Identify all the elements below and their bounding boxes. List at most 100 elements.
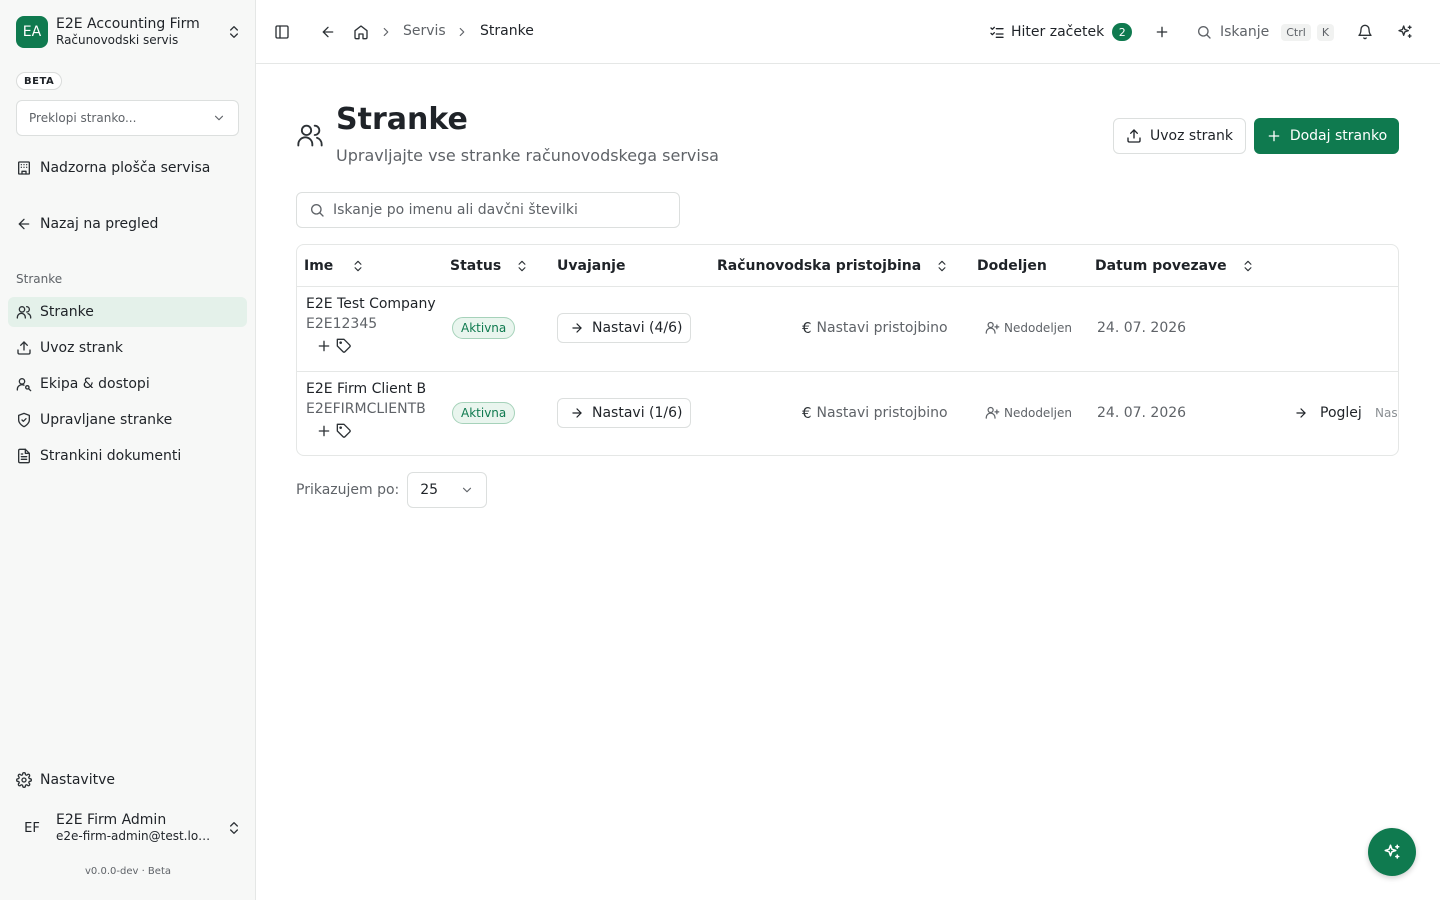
building-icon: [16, 160, 32, 176]
view-client-button[interactable]: Poglej: [1294, 405, 1362, 421]
sidebar-item-stranke[interactable]: Stranke: [8, 297, 247, 327]
sort-icon: [351, 259, 365, 273]
column-header-pristojbina[interactable]: Računovodska pristojbina: [717, 245, 949, 286]
page-size-label: Prikazujem po:: [296, 482, 400, 498]
assistant-fab-button[interactable]: [1368, 828, 1416, 876]
user-menu[interactable]: EF E2E Firm Admin e2e-firm-admin@test.lo…: [16, 808, 242, 848]
firm-avatar: EA: [16, 16, 48, 48]
import-clients-button[interactable]: Uvoz strank: [1113, 118, 1246, 154]
sidebar-item-label: Strankini dokumenti: [40, 448, 182, 464]
column-header-ime[interactable]: Ime: [304, 245, 365, 286]
nav-dashboard-label: Nadzorna plošča servisa: [40, 160, 211, 176]
client-switcher-placeholder: Preklopi stranko...: [29, 111, 137, 125]
onboarding-setup-button[interactable]: Nastavi (1/6): [557, 398, 691, 428]
sidebar-item-uvoz-strank[interactable]: Uvoz strank: [8, 333, 247, 363]
chevron-down-icon: [212, 111, 226, 125]
divider: [297, 286, 1398, 287]
euro-icon: €: [802, 404, 812, 422]
document-icon: [16, 448, 32, 464]
chevrons-up-down-icon: [226, 820, 242, 836]
set-fee-button[interactable]: € Nastavi pristojbino: [802, 404, 948, 422]
view-client-label: Poglej: [1320, 405, 1362, 421]
sort-icon: [515, 259, 529, 273]
sidebar-toggle-icon[interactable]: [274, 24, 290, 40]
users-icon: [296, 121, 324, 149]
client-switcher-select[interactable]: Preklopi stranko...: [16, 100, 239, 136]
client-tax-number: E2EFIRMCLIENTB: [306, 401, 426, 417]
chevron-right-icon: [455, 25, 469, 39]
column-header-label: Status: [450, 257, 502, 274]
app-version: v0.0.0-dev · Beta: [85, 866, 171, 877]
arrow-left-icon: [16, 216, 32, 232]
arrow-right-icon: [570, 406, 584, 420]
client-name[interactable]: E2E Firm Client B: [306, 381, 426, 397]
nav-settings-label: Nastavitve: [40, 772, 115, 788]
nav-back-label: Nazaj na pregled: [40, 216, 159, 232]
top-bar: Servis Stranke Hiter začetek 2 Iskanje C…: [256, 0, 1440, 64]
shield-check-icon: [16, 412, 32, 428]
sidebar: EA E2E Accounting Firm Računovodski serv…: [0, 0, 256, 900]
sort-icon: [1241, 259, 1255, 273]
plus-icon[interactable]: [316, 338, 332, 354]
page-size-select[interactable]: 25: [407, 472, 488, 508]
nav-dashboard[interactable]: Nadzorna plošča servisa: [8, 153, 247, 183]
firm-switcher[interactable]: EA E2E Accounting Firm Računovodski serv…: [16, 16, 242, 48]
nav-settings[interactable]: Nastavitve: [8, 765, 247, 795]
tag-icon[interactable]: [336, 423, 352, 439]
status-badge: Aktivna: [452, 402, 516, 424]
firm-subtitle: Računovodski servis: [56, 33, 179, 48]
back-arrow-icon[interactable]: [320, 24, 336, 40]
column-header-label: Dodeljen: [977, 257, 1047, 274]
column-header-label: Ime: [304, 257, 334, 274]
sidebar-item-label: Upravljane stranke: [40, 412, 173, 428]
user-plus-icon: [985, 405, 1000, 420]
sidebar-section-label: Stranke: [16, 272, 63, 286]
arrow-right-icon: [1294, 406, 1308, 420]
upload-icon: [16, 340, 32, 356]
table-row[interactable]: E2E Test Company E2E12345: [306, 296, 436, 354]
beta-badge: BETA: [16, 72, 63, 90]
quick-start-count: 2: [1112, 23, 1133, 41]
sidebar-item-ekipa[interactable]: Ekipa & dostopi: [8, 369, 247, 399]
assign-button[interactable]: Nedodeljen: [985, 405, 1072, 420]
user-plus-icon: [985, 320, 1000, 335]
client-name[interactable]: E2E Test Company: [306, 296, 436, 312]
breadcrumb-servis[interactable]: Servis: [403, 23, 446, 39]
tag-icon[interactable]: [336, 338, 352, 354]
global-search-button[interactable]: Iskanje Ctrl K: [1196, 20, 1335, 44]
onboarding-setup-button[interactable]: Nastavi (4/6): [557, 313, 691, 343]
column-header-status[interactable]: Status: [450, 245, 529, 286]
search-icon: [309, 202, 325, 218]
add-client-button[interactable]: Dodaj stranko: [1254, 118, 1399, 154]
sort-icon: [935, 259, 949, 273]
home-icon[interactable]: [353, 24, 369, 40]
page-subtitle: Upravljajte vse stranke računovodskega s…: [336, 146, 719, 165]
status-badge: Aktivna: [452, 317, 516, 339]
set-fee-button[interactable]: € Nastavi pristojbino: [802, 319, 948, 337]
column-header-datum[interactable]: Datum povezave: [1095, 245, 1255, 286]
sidebar-item-label: Stranke: [40, 304, 94, 320]
user-name: E2E Firm Admin: [56, 812, 167, 829]
search-input[interactable]: [333, 202, 653, 218]
sparkles-icon: [1383, 843, 1401, 861]
column-header-label: Računovodska pristojbina: [717, 257, 922, 274]
quick-start-button[interactable]: Hiter začetek 2: [989, 20, 1133, 44]
plus-icon[interactable]: [316, 423, 332, 439]
client-search: [296, 192, 680, 228]
import-clients-label: Uvoz strank: [1150, 128, 1233, 144]
bell-icon[interactable]: [1357, 24, 1373, 40]
avatar: EF: [24, 820, 40, 836]
sidebar-item-upravljane[interactable]: Upravljane stranke: [8, 405, 247, 435]
shortcut-key-ctrl: Ctrl: [1281, 23, 1311, 41]
nav-back[interactable]: Nazaj na pregled: [8, 209, 247, 239]
table-row[interactable]: E2E Firm Client B E2EFIRMCLIENTB: [306, 381, 426, 439]
row-extra-action[interactable]: Nastavi: [1375, 406, 1398, 420]
sparkles-icon[interactable]: [1397, 24, 1413, 40]
add-client-label: Dodaj stranko: [1289, 128, 1388, 144]
plus-icon[interactable]: [1154, 24, 1170, 40]
breadcrumb-current: Stranke: [480, 23, 534, 39]
euro-icon: €: [802, 319, 812, 337]
assign-button[interactable]: Nedodeljen: [985, 320, 1072, 335]
pagination: Prikazujem po: 25: [296, 472, 488, 508]
sidebar-item-dokumenti[interactable]: Strankini dokumenti: [8, 441, 247, 471]
